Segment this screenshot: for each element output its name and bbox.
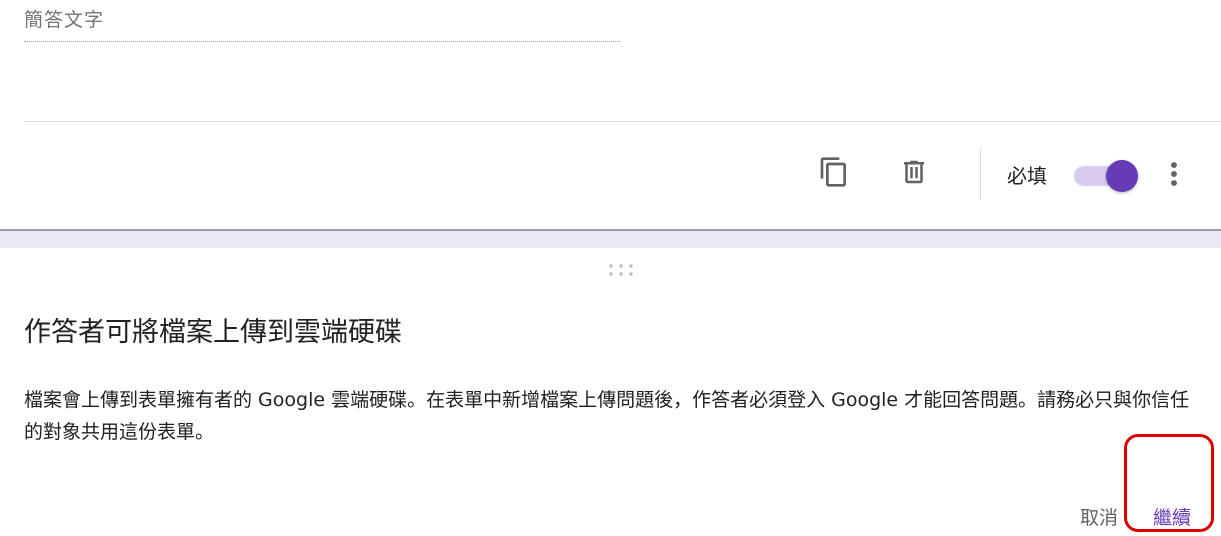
question-card: 簡答文字 必填 [0, 0, 1221, 229]
file-upload-dialog: 作答者可將檔案上傳到雲端硬碟 檔案會上傳到表單擁有者的 Google 雲端硬碟。… [0, 248, 1221, 536]
trash-icon [904, 160, 924, 184]
short-answer-placeholder: 簡答文字 [24, 9, 105, 31]
continue-button[interactable]: 繼續 [1153, 503, 1191, 530]
google-forms-editor: 簡答文字 必填 作答者可將檔案上傳到雲端硬碟 檔案會上傳到表單擁有者的 Goog… [0, 0, 1221, 536]
required-toggle[interactable] [1072, 160, 1138, 192]
toggle-thumb [1106, 160, 1138, 192]
drag-handle-icon[interactable] [607, 262, 635, 278]
card-divider [24, 121, 1221, 122]
duplicate-button[interactable] [814, 152, 854, 192]
short-answer-underline [24, 41, 620, 42]
cancel-button[interactable]: 取消 [1080, 503, 1118, 530]
delete-button[interactable] [894, 152, 934, 192]
content-copy-icon [820, 157, 846, 187]
section-band [0, 231, 1221, 248]
dialog-title: 作答者可將檔案上傳到雲端硬碟 [24, 317, 402, 348]
dialog-body: 檔案會上傳到表單擁有者的 Google 雲端硬碟。在表單中新增檔案上傳問題後，作… [24, 389, 1190, 443]
toolbar-separator [980, 148, 981, 200]
more-vert-icon [1171, 162, 1177, 186]
required-label: 必填 [1007, 164, 1047, 188]
more-options-button[interactable] [1154, 154, 1194, 194]
